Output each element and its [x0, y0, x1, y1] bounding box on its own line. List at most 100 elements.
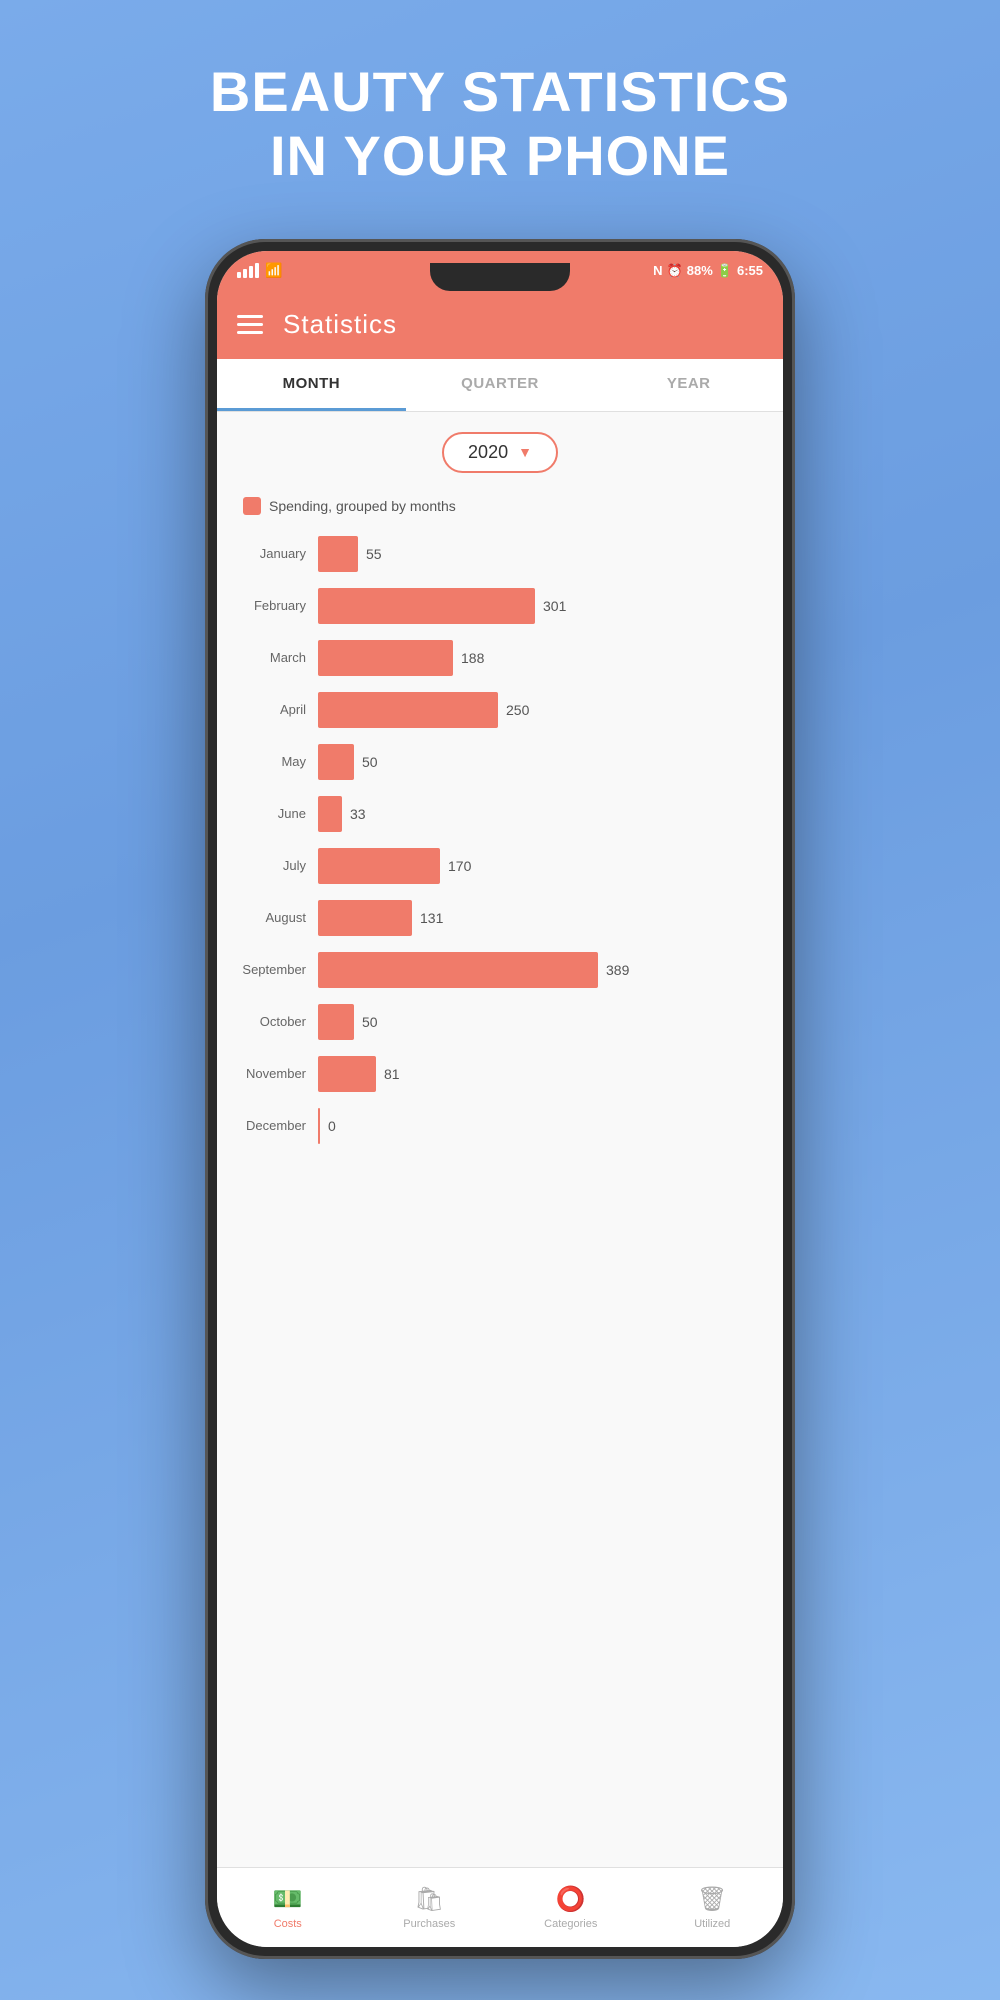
hero-title: BEAUTY STATISTICS IN YOUR PHONE — [210, 60, 790, 189]
month-label: February — [233, 598, 318, 613]
bar-container: 131 — [318, 900, 767, 936]
chart-row: April 250 — [233, 691, 767, 729]
hamburger-line — [237, 323, 263, 326]
month-label: September — [233, 962, 318, 977]
bar-container: 170 — [318, 848, 767, 884]
bottom-nav: 💵 Costs 🛍 Purchases ⭕ Categories 🗑 Utilized — [217, 1867, 783, 1947]
chart-row: June 33 — [233, 795, 767, 833]
bar-value: 81 — [384, 1066, 400, 1082]
utilized-icon: 🗑 — [697, 1885, 727, 1914]
nav-item-utilized[interactable]: 🗑 Utilized — [642, 1885, 784, 1930]
legend-color-swatch — [243, 497, 261, 515]
bar-value: 0 — [328, 1118, 336, 1134]
month-label: October — [233, 1014, 318, 1029]
nav-item-purchases[interactable]: 🛍 Purchases — [359, 1885, 501, 1930]
bar-value: 50 — [362, 1014, 378, 1030]
clock: 6:55 — [737, 263, 763, 278]
bar-container: 50 — [318, 744, 767, 780]
main-content: 2020 ▼ Spending, grouped by months Janua… — [217, 412, 783, 1867]
bar — [318, 588, 535, 624]
phone-screen: 📶 N ⏰ 88% 🔋 6:55 Statistics — [217, 251, 783, 1947]
bar-value: 131 — [420, 910, 443, 926]
hamburger-line — [237, 331, 263, 334]
nav-label-costs: Costs — [274, 1918, 302, 1930]
month-label: August — [233, 910, 318, 925]
year-selector-row: 2020 ▼ — [233, 432, 767, 473]
signal-icon — [237, 263, 259, 278]
chart-legend: Spending, grouped by months — [233, 497, 767, 515]
bar-value: 50 — [362, 754, 378, 770]
nav-label-categories: Categories — [544, 1918, 597, 1930]
bar-value: 170 — [448, 858, 471, 874]
bar — [318, 952, 598, 988]
alarm-icon: ⏰ — [667, 263, 683, 279]
chart-row: September 389 — [233, 951, 767, 989]
nav-label-utilized: Utilized — [694, 1918, 730, 1930]
month-label: January — [233, 546, 318, 561]
bar-container: 33 — [318, 796, 767, 832]
chart-row: February 301 — [233, 587, 767, 625]
nav-item-categories[interactable]: ⭕ Categories — [500, 1885, 642, 1930]
chart-row: October 50 — [233, 1003, 767, 1041]
legend-label: Spending, grouped by months — [269, 498, 456, 514]
chart-row: March 188 — [233, 639, 767, 677]
chart-row: August 131 — [233, 899, 767, 937]
hamburger-line — [237, 315, 263, 318]
bar-value: 33 — [350, 806, 366, 822]
nav-label-purchases: Purchases — [403, 1918, 455, 1930]
chart-row: July 170 — [233, 847, 767, 885]
chart-row: December 0 — [233, 1107, 767, 1145]
costs-icon: 💵 — [273, 1885, 303, 1914]
bar-value: 389 — [606, 962, 629, 978]
bar — [318, 692, 498, 728]
notch — [430, 263, 570, 291]
menu-button[interactable] — [237, 315, 263, 334]
bar — [318, 744, 354, 780]
tab-year[interactable]: YEAR — [594, 359, 783, 411]
battery-percent: 88% — [687, 263, 713, 278]
bar-container: 50 — [318, 1004, 767, 1040]
month-label: March — [233, 650, 318, 665]
nfc-icon: N — [653, 263, 662, 278]
battery-icon: 🔋 — [717, 263, 733, 279]
bar-container: 0 — [318, 1108, 767, 1144]
year-value: 2020 — [468, 442, 508, 463]
nav-item-costs[interactable]: 💵 Costs — [217, 1885, 359, 1930]
month-label: April — [233, 702, 318, 717]
chart-row: November 81 — [233, 1055, 767, 1093]
chevron-down-icon: ▼ — [518, 444, 532, 460]
tab-bar: MONTH QUARTER YEAR — [217, 359, 783, 412]
bar-container: 81 — [318, 1056, 767, 1092]
bar — [318, 796, 342, 832]
bar — [318, 1004, 354, 1040]
bar — [318, 1056, 376, 1092]
app-header: Statistics — [217, 291, 783, 359]
tab-month[interactable]: MONTH — [217, 359, 406, 411]
bar — [318, 640, 453, 676]
chart-row: May 50 — [233, 743, 767, 781]
bar-value: 188 — [461, 650, 484, 666]
month-label: June — [233, 806, 318, 821]
bar-value: 301 — [543, 598, 566, 614]
purchases-icon: 🛍 — [414, 1885, 444, 1914]
bar-value: 250 — [506, 702, 529, 718]
year-selector[interactable]: 2020 ▼ — [442, 432, 558, 473]
phone-frame: 📶 N ⏰ 88% 🔋 6:55 Statistics — [205, 239, 795, 1959]
month-label: July — [233, 858, 318, 873]
month-label: December — [233, 1118, 318, 1133]
status-right: N ⏰ 88% 🔋 6:55 — [653, 263, 763, 279]
app-title: Statistics — [283, 309, 397, 340]
bar-chart: January55 February 301 March 188 April 250 May 5… — [233, 535, 767, 1145]
bar — [318, 536, 358, 572]
chart-row: January55 — [233, 535, 767, 573]
bar-container: 188 — [318, 640, 767, 676]
tab-quarter[interactable]: QUARTER — [406, 359, 595, 411]
bar-container: 301 — [318, 588, 767, 624]
wifi-icon: 📶 — [265, 262, 282, 279]
month-label: November — [233, 1066, 318, 1081]
bar-container: 250 — [318, 692, 767, 728]
month-label: May — [233, 754, 318, 769]
categories-icon: ⭕ — [556, 1885, 586, 1914]
bar — [318, 848, 440, 884]
bar — [318, 1108, 320, 1144]
